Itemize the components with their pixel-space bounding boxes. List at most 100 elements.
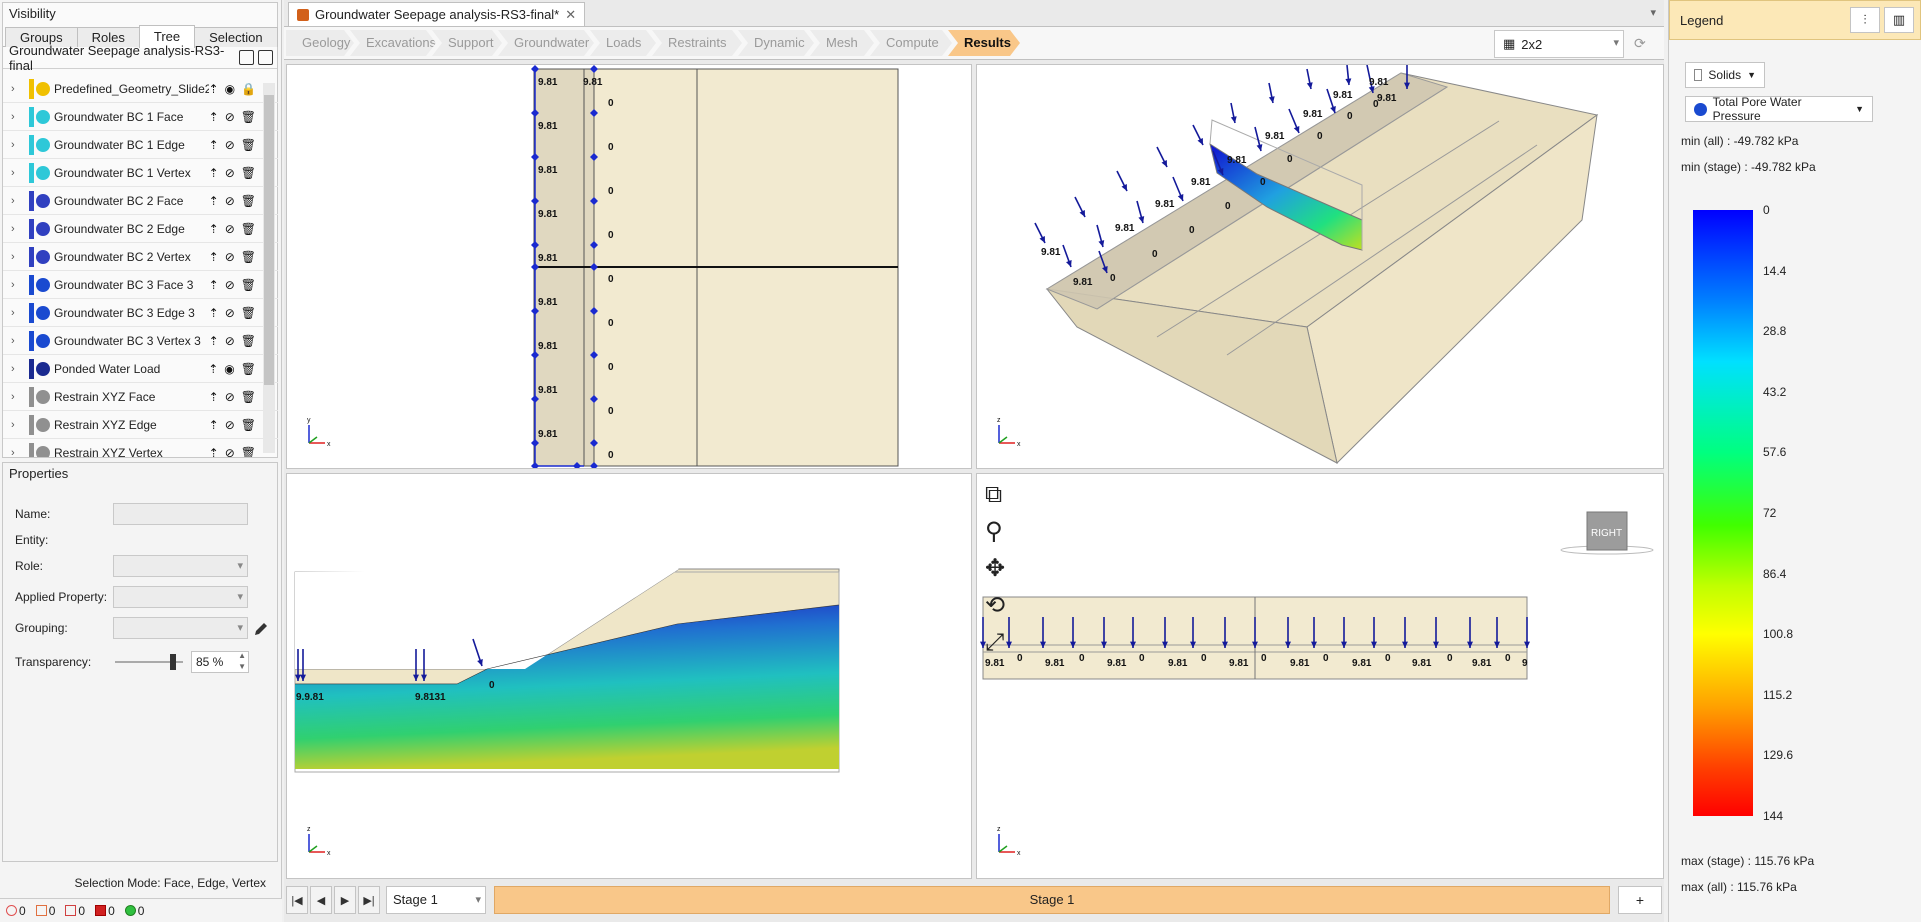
isolate-icon[interactable]: ⇡: [209, 278, 219, 292]
trash-icon[interactable]: 🗑: [241, 194, 256, 208]
expand-chevron-icon[interactable]: ›: [11, 195, 23, 207]
eye-hidden-icon[interactable]: ⊘: [225, 166, 235, 180]
first-stage-button[interactable]: |◀: [286, 886, 308, 914]
expand-chevron-icon[interactable]: ›: [11, 83, 23, 95]
step-geology[interactable]: Geology: [286, 30, 354, 56]
tree-item[interactable]: › Groundwater BC 2 Face ⇡ ⊘ 🗑: [3, 187, 278, 215]
legend-settings-button[interactable]: ⫶: [1850, 7, 1880, 33]
transparency-spinner[interactable]: 85 % ▲ ▼: [191, 651, 249, 673]
eye-hidden-icon[interactable]: ⊘: [225, 250, 235, 264]
expand-chevron-icon[interactable]: ›: [11, 391, 23, 403]
trash-icon[interactable]: 🗑: [241, 110, 256, 124]
isolate-icon[interactable]: ⇡: [209, 390, 219, 404]
eye-hidden-icon[interactable]: ⊘: [225, 306, 235, 320]
viewport-top-left[interactable]: 9.81 9.81 9.81 9.81 9.81 9.81 9.81 9.81 9.81 9.81…: [286, 64, 972, 469]
stage-select[interactable]: Stage 1: [386, 886, 486, 914]
trash-icon[interactable]: 🗑: [241, 278, 256, 292]
layout-select[interactable]: ▦ 2x2: [1494, 30, 1624, 58]
document-tab[interactable]: Groundwater Seepage analysis-RS3-final* …: [288, 2, 586, 26]
tree-item[interactable]: › Groundwater BC 2 Vertex ⇡ ⊘ 🗑: [3, 243, 278, 271]
zoom-box-icon[interactable]: ⧉: [985, 480, 1002, 508]
pan-icon[interactable]: ✥: [985, 554, 1005, 582]
viewport-bottom-left[interactable]: 9.9.81 9.8131 0 x z: [286, 473, 972, 879]
viewport-top-right[interactable]: 9.81 9.81 9.81 9.81 9.81 9.81 9.81 9.81 9.81 9.81…: [976, 64, 1664, 469]
eye-hidden-icon[interactable]: ⊘: [225, 138, 235, 152]
transparency-slider[interactable]: [115, 654, 183, 670]
stage-band[interactable]: Stage 1: [494, 886, 1610, 914]
applied-property-select[interactable]: [113, 586, 248, 608]
eye-hidden-icon[interactable]: ⊘: [225, 110, 235, 124]
trash-icon[interactable]: 🗑: [241, 138, 256, 152]
next-stage-button[interactable]: ▶: [334, 886, 356, 914]
trash-icon[interactable]: 🗑: [241, 446, 256, 458]
isolate-icon[interactable]: ⇡: [209, 138, 219, 152]
tab-list-chevron-icon[interactable]: ▾: [1650, 6, 1656, 19]
name-field[interactable]: [113, 503, 248, 525]
collapse-all-icon[interactable]: [239, 50, 254, 65]
expand-chevron-icon[interactable]: ›: [11, 447, 23, 458]
isolate-icon[interactable]: ⇡: [209, 222, 219, 236]
step-groundwater[interactable]: Groundwater: [498, 30, 594, 56]
eye-hidden-icon[interactable]: ⊘: [225, 446, 235, 458]
expand-chevron-icon[interactable]: ›: [11, 363, 23, 375]
lock-icon[interactable]: 🔒: [241, 82, 256, 96]
transparency-slider-thumb[interactable]: [169, 654, 176, 670]
expand-chevron-icon[interactable]: ›: [11, 139, 23, 151]
isolate-icon[interactable]: ⇡: [209, 446, 219, 458]
viewport-bottom-right[interactable]: 9.81 9.81 9.81 9.81 9.81 9.81 9.81 9.81 9.81 0 0 0 0…: [976, 473, 1664, 879]
close-tab-icon[interactable]: ✕: [565, 7, 576, 23]
isolate-icon[interactable]: ⇡: [208, 362, 218, 376]
solids-dropdown[interactable]: Solids ▼: [1685, 62, 1765, 88]
eye-hidden-icon[interactable]: ⊘: [225, 418, 235, 432]
refresh-icon[interactable]: ⟳: [1634, 35, 1646, 52]
step-mesh[interactable]: Mesh: [810, 30, 874, 56]
tree-item[interactable]: › Groundwater BC 1 Vertex ⇡ ⊘ 🗑: [3, 159, 278, 187]
step-loads[interactable]: Loads: [590, 30, 656, 56]
step-dynamic[interactable]: Dynamic: [738, 30, 814, 56]
tree-item[interactable]: › Restrain XYZ Vertex ⇡ ⊘ 🗑: [3, 439, 278, 457]
tree-item[interactable]: › Groundwater BC 1 Edge ⇡ ⊘ 🗑: [3, 131, 278, 159]
expand-chevron-icon[interactable]: ›: [11, 223, 23, 235]
tree-item[interactable]: › Restrain XYZ Face ⇡ ⊘ 🗑: [3, 383, 278, 411]
expand-chevron-icon[interactable]: ›: [11, 335, 23, 347]
eye-hidden-icon[interactable]: ⊘: [225, 222, 235, 236]
expand-chevron-icon[interactable]: ›: [11, 307, 23, 319]
prev-stage-button[interactable]: ◀: [310, 886, 332, 914]
expand-chevron-icon[interactable]: ›: [11, 419, 23, 431]
trash-icon[interactable]: 🗑: [241, 362, 256, 376]
fit-view-icon[interactable]: ⤢: [985, 628, 1004, 656]
expand-chevron-icon[interactable]: ›: [11, 279, 23, 291]
trash-icon[interactable]: 🗑: [241, 418, 256, 432]
tree-item[interactable]: › Groundwater BC 3 Face 3 ⇡ ⊘ 🗑: [3, 271, 278, 299]
step-excavations[interactable]: Excavations: [350, 30, 436, 56]
tree-scrollbar[interactable]: [263, 83, 275, 453]
isolate-icon[interactable]: ⇡: [209, 82, 219, 96]
tree-item[interactable]: › Restrain XYZ Edge ⇡ ⊘ 🗑: [3, 411, 278, 439]
zoom-icon[interactable]: ⚲: [985, 517, 1003, 545]
eye-hidden-icon[interactable]: ⊘: [225, 334, 235, 348]
tree-item[interactable]: › Groundwater BC 2 Edge ⇡ ⊘ 🗑: [3, 215, 278, 243]
expand-chevron-icon[interactable]: ›: [11, 111, 23, 123]
grouping-select[interactable]: [113, 617, 248, 639]
expand-all-icon[interactable]: [258, 50, 273, 65]
trash-icon[interactable]: 🗑: [241, 306, 256, 320]
trash-icon[interactable]: 🗑: [241, 390, 256, 404]
step-support[interactable]: Support: [432, 30, 502, 56]
tree-item[interactable]: › Groundwater BC 1 Face ⇡ ⊘ 🗑: [3, 103, 278, 131]
eye-icon[interactable]: ◉: [225, 82, 235, 96]
step-compute[interactable]: Compute: [870, 30, 952, 56]
trash-icon[interactable]: 🗑: [241, 334, 256, 348]
eye-icon[interactable]: ◉: [224, 362, 234, 376]
isolate-icon[interactable]: ⇡: [209, 306, 219, 320]
isolate-icon[interactable]: ⇡: [209, 166, 219, 180]
isolate-icon[interactable]: ⇡: [209, 418, 219, 432]
isolate-icon[interactable]: ⇡: [209, 110, 219, 124]
tree-item[interactable]: › Groundwater BC 3 Vertex 3 ⇡ ⊘ 🗑: [3, 327, 278, 355]
trash-icon[interactable]: 🗑: [241, 166, 256, 180]
pencil-icon[interactable]: [253, 621, 269, 637]
eye-hidden-icon[interactable]: ⊘: [225, 390, 235, 404]
legend-chart-button[interactable]: ▥: [1884, 7, 1914, 33]
spinner-arrows-icon[interactable]: ▲ ▼: [238, 650, 246, 672]
tree-item[interactable]: › Predefined_Geometry_Slide2 ⇡ ◉ 🔒: [3, 75, 278, 103]
scrollbar-thumb[interactable]: [264, 95, 274, 385]
